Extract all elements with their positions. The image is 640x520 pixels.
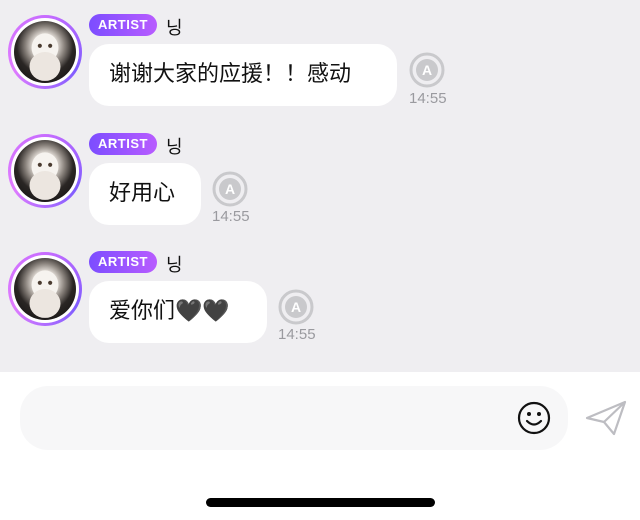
sender-name: 닝 [166,255,183,276]
svg-text:A: A [422,62,432,78]
translate-icon[interactable]: A [212,171,248,207]
message-bubble: 谢谢大家的应援！！感动 [89,44,397,106]
translate-icon[interactable]: A [409,52,445,88]
cat-photo [14,140,76,202]
avatar[interactable] [8,252,82,326]
timestamp: 14:55 [409,90,447,107]
timestamp: 14:55 [212,208,250,225]
black-heart-emoji: 🖤🖤 [175,299,230,324]
message-row: ARTIST 닝 谢谢大家的应援！！感动 A 14:55 [0,0,640,120]
timestamp: 14:55 [278,326,316,343]
cat-photo [14,258,76,320]
message-row: ARTIST 닝 爱你们🖤🖤 A 14:55 [0,237,640,357]
artist-badge: ARTIST [89,251,157,273]
cat-photo [14,21,76,83]
smiley-icon[interactable] [516,400,552,436]
avatar[interactable] [8,134,82,208]
message-input[interactable] [40,386,514,452]
chat-area: ARTIST 닝 谢谢大家的应援！！感动 A 14:55 ARTIST 닝 好用… [0,0,640,372]
paper-plane-icon[interactable] [584,398,628,438]
message-text: 爱你们 [109,299,176,324]
svg-text:A: A [291,299,301,315]
sender-name: 닝 [166,18,183,39]
artist-badge: ARTIST [89,14,157,36]
message-row: ARTIST 닝 好用心 A 14:55 [0,119,640,239]
sender-name: 닝 [166,137,183,158]
avatar[interactable] [8,15,82,89]
artist-badge: ARTIST [89,133,157,155]
message-composer [20,386,568,452]
translate-icon[interactable]: A [278,289,314,325]
message-bubble: 爱你们🖤🖤 [89,281,267,343]
svg-text:A: A [225,181,235,197]
home-indicator [206,498,435,507]
message-bubble: 好用心 [89,163,201,225]
